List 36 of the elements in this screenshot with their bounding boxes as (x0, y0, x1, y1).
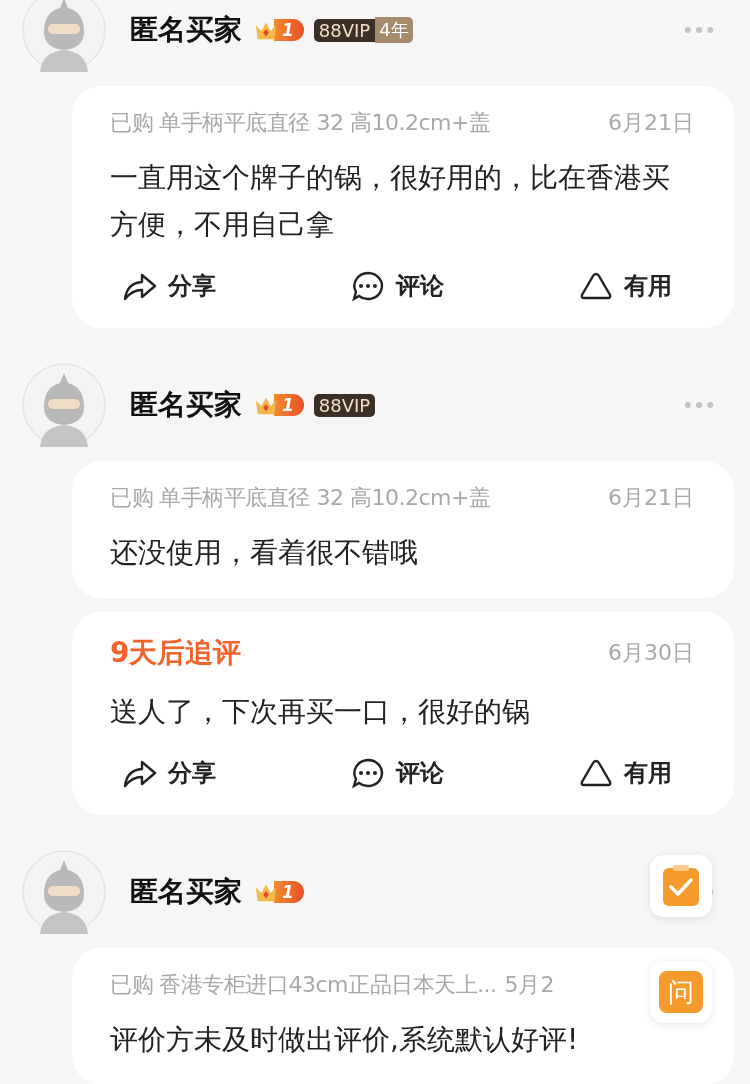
triangle-icon (578, 757, 614, 789)
vip-badge: 88VIP (313, 18, 376, 42)
review-date: 6月21日 (608, 484, 694, 512)
level-badge: 1 (274, 881, 304, 903)
user-name: 匿名买家 (130, 874, 242, 910)
level-badge: 1 (274, 19, 304, 41)
review-text: 送人了，下次再买一口，很好的锅 (110, 694, 531, 730)
comment-button[interactable]: 评论 (350, 757, 444, 789)
review-date: 6月30日 (608, 639, 694, 667)
user-name: 匿名买家 (130, 12, 242, 48)
more-icon[interactable] (684, 26, 714, 34)
avatar-icon (22, 850, 106, 934)
more-icon[interactable] (684, 401, 714, 409)
review-text: 评价方未及时做出评价,系统默认好评! (110, 1022, 580, 1058)
useful-button[interactable]: 有用 (578, 757, 672, 789)
purchased-spec: 已购 香港专柜进口43cm正品日本天上... (110, 971, 497, 999)
useful-button[interactable]: 有用 (578, 270, 672, 302)
review-text: 还没使用，看着很不错哦 (110, 535, 419, 571)
avatar-icon (22, 363, 106, 447)
review-date: 6月21日 (608, 109, 694, 137)
share-button[interactable]: 分享 (122, 757, 216, 789)
checklist-button[interactable] (650, 855, 712, 917)
vip-years-badge: 4年 (375, 17, 413, 43)
level-badge: 1 (274, 394, 304, 416)
comment-button[interactable]: 评论 (350, 270, 444, 302)
user-name: 匿名买家 (130, 387, 242, 423)
purchased-spec: 已购 单手柄平底直径 32 高10.2cm+盖 (110, 484, 491, 512)
share-button[interactable]: 分享 (122, 270, 216, 302)
review-date: 5月2 (504, 971, 555, 999)
purchased-spec: 已购 单手柄平底直径 32 高10.2cm+盖 (110, 109, 491, 137)
comment-icon (350, 757, 386, 789)
review-text: 一直用这个牌子的锅，很好用的，比在香港买方便，不用自己拿 (110, 160, 671, 243)
triangle-icon (578, 270, 614, 302)
comment-icon (350, 270, 386, 302)
follow-up-label: 9天后追评 (110, 635, 242, 671)
vip-badge: 88VIP (313, 393, 376, 417)
